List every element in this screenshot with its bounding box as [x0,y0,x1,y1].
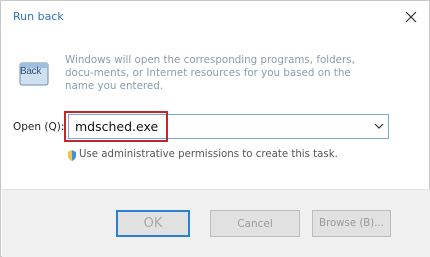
browse-button[interactable]: Browse (B)... [312,210,391,237]
run-icon-label: Back [20,66,42,77]
description-text: Windows will open the corresponding prog… [65,54,355,92]
admin-note: Use administrative permissions to create… [79,149,338,160]
open-label: Open (Q): [13,121,65,133]
run-app-icon: Back [19,61,49,87]
close-icon [405,11,417,23]
highlight-box [64,111,168,142]
cancel-button[interactable]: Cancel [210,210,300,237]
close-button[interactable] [401,7,421,27]
title-bar: Run back [1,1,429,35]
ok-button[interactable]: OK [116,210,190,237]
window-title: Run back [13,10,64,23]
shield-icon [68,150,76,161]
chevron-down-icon[interactable] [374,122,384,130]
run-dialog: Run back Back Windows will open the corr… [0,0,430,257]
